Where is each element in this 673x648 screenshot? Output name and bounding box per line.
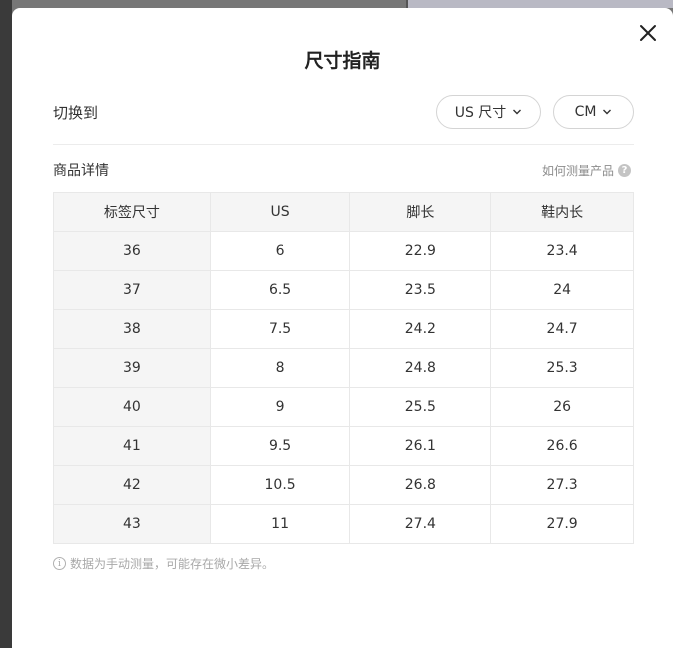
cell-insole-length: 23.4 <box>490 231 634 271</box>
cell-label-size: 41 <box>53 426 211 466</box>
cell-foot-length: 27.4 <box>349 504 492 544</box>
cell-us: 9 <box>209 387 351 427</box>
switch-row: 切换到 US 尺寸 CM <box>53 95 634 129</box>
modal-title: 尺寸指南 <box>304 50 381 72</box>
how-to-measure-link[interactable]: 如何测量产品 ? <box>542 162 631 179</box>
backdrop-element <box>406 0 673 8</box>
cell-us: 6 <box>209 231 351 271</box>
header-label-size: 标签尺寸 <box>53 192 211 232</box>
table-row: 36 6 22.9 23.4 <box>53 231 634 271</box>
cell-us: 11 <box>209 504 351 544</box>
cell-us: 9.5 <box>209 426 351 466</box>
close-button[interactable] <box>637 22 659 44</box>
cell-label-size: 43 <box>53 504 211 544</box>
size-table: 标签尺寸 US 脚长 鞋内长 36 6 22.9 23.4 37 6.5 23.… <box>53 192 634 544</box>
cell-foot-length: 23.5 <box>349 270 492 310</box>
info-icon: i <box>53 557 66 570</box>
cell-label-size: 39 <box>53 348 211 388</box>
table-row: 42 10.5 26.8 27.3 <box>53 465 634 505</box>
cell-insole-length: 25.3 <box>490 348 634 388</box>
cell-foot-length: 26.1 <box>349 426 492 466</box>
cell-foot-length: 26.8 <box>349 465 492 505</box>
cell-insole-length: 27.9 <box>490 504 634 544</box>
measurement-note: i 数据为手动测量，可能存在微小差异。 <box>53 555 274 572</box>
details-row: 商品详情 如何测量产品 ? <box>53 160 631 180</box>
cell-us: 8 <box>209 348 351 388</box>
note-text: 数据为手动测量，可能存在微小差异。 <box>70 557 275 571</box>
cell-us: 6.5 <box>209 270 351 310</box>
cell-label-size: 37 <box>53 270 211 310</box>
size-system-value: US 尺寸 <box>454 105 507 121</box>
cell-foot-length: 24.2 <box>349 309 492 349</box>
divider <box>53 144 634 145</box>
cell-label-size: 40 <box>53 387 211 427</box>
chevron-down-icon <box>603 109 612 115</box>
question-icon: ? <box>618 163 631 177</box>
cell-us: 7.5 <box>209 309 351 349</box>
chevron-down-icon <box>513 109 522 115</box>
cell-insole-length: 27.3 <box>490 465 634 505</box>
cell-foot-length: 22.9 <box>349 231 492 271</box>
how-to-measure-text: 如何测量产品 <box>541 163 614 178</box>
header-foot-length: 脚长 <box>349 192 492 232</box>
table-row: 43 11 27.4 27.9 <box>53 504 634 544</box>
header-insole-length: 鞋内长 <box>490 192 634 232</box>
cell-foot-length: 25.5 <box>349 387 492 427</box>
switch-group: US 尺寸 CM <box>436 95 634 129</box>
size-guide-modal: 尺寸指南 切换到 US 尺寸 CM 商品详情 如何测量产品 ? 标签尺寸 US … <box>12 8 673 648</box>
unit-value: CM <box>574 104 597 120</box>
unit-dropdown[interactable]: CM <box>553 95 634 129</box>
cell-label-size: 36 <box>53 231 211 271</box>
close-icon <box>640 25 656 41</box>
table-header-row: 标签尺寸 US 脚长 鞋内长 <box>53 192 634 232</box>
cell-us: 10.5 <box>209 465 351 505</box>
product-details-label: 商品详情 <box>53 163 109 179</box>
table-row: 40 9 25.5 26 <box>53 387 634 427</box>
cell-insole-length: 24.7 <box>490 309 634 349</box>
table-row: 41 9.5 26.1 26.6 <box>53 426 634 466</box>
table-row: 38 7.5 24.2 24.7 <box>53 309 634 349</box>
switch-label: 切换到 <box>53 103 99 122</box>
cell-insole-length: 26 <box>490 387 634 427</box>
header-us: US <box>209 192 351 232</box>
cell-label-size: 42 <box>53 465 211 505</box>
size-system-dropdown[interactable]: US 尺寸 <box>436 95 541 129</box>
cell-foot-length: 24.8 <box>349 348 492 388</box>
cell-insole-length: 24 <box>490 270 634 310</box>
cell-label-size: 38 <box>53 309 211 349</box>
table-row: 37 6.5 23.5 24 <box>53 270 634 310</box>
cell-insole-length: 26.6 <box>490 426 634 466</box>
table-row: 39 8 24.8 25.3 <box>53 348 634 388</box>
